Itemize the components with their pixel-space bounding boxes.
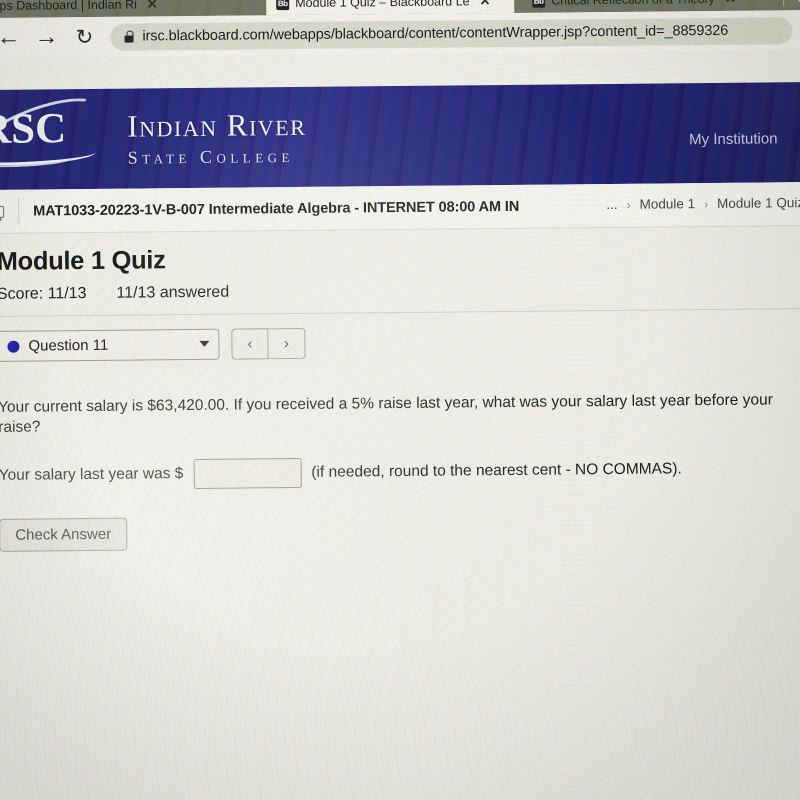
screen-content: Apps Dashboard | Indian Ri ✕ Bb Module 1… (0, 0, 800, 800)
logo-swoosh-icon-2 (0, 152, 74, 169)
back-icon[interactable]: ← (0, 24, 21, 51)
question-status-dot (7, 340, 20, 353)
browser-tab-2-close-icon[interactable]: ✕ (476, 0, 491, 9)
irsc-logo-mark: IRSC (0, 82, 115, 190)
breadcrumb-item-ellipsis[interactable]: ... (606, 197, 617, 212)
divider-rule (0, 308, 800, 317)
lock-icon (124, 31, 133, 43)
tab-divider (783, 0, 785, 7)
browser-tab-3-title: Critical Reflection of a Theory (551, 0, 715, 8)
blackboard-favicon-icon: Bb (276, 0, 290, 10)
institution-name-line2: State College (127, 146, 295, 168)
question-select-value: Question 11 (28, 336, 109, 355)
reload-icon[interactable]: ↻ (72, 25, 96, 48)
chevron-down-icon (199, 340, 210, 347)
previous-question-button[interactable]: ‹ (231, 328, 269, 360)
question-arrows: ‹ › (231, 327, 306, 360)
score-label: Score: 11/13 (0, 285, 87, 303)
new-tab-button[interactable]: + (794, 0, 800, 8)
address-bar[interactable]: irsc.blackboard.com/webapps/blackboard/c… (110, 16, 793, 51)
answer-input[interactable] (193, 457, 302, 489)
browser-tab-1-close-icon[interactable]: ✕ (143, 0, 158, 12)
browser-tab-3-close-icon[interactable]: ✕ (721, 0, 736, 7)
course-menu-icon[interactable] (0, 205, 5, 218)
browser-tab-2-title: Module 1 Quiz – Blackboard Le (295, 0, 470, 10)
question-select[interactable]: Question 11 (0, 328, 220, 362)
quiz-content: Module 1 Quiz Score: 11/13 11/13 answere… (0, 226, 800, 800)
course-breadcrumb-bar: MAT1033-20223-1V-B-007 Intermediate Alge… (0, 182, 800, 234)
irsc-logo-text: Indian River State College (127, 107, 307, 169)
answer-prefix-label: Your salary last year was $ (0, 464, 184, 484)
check-answer-button[interactable]: Check Answer (0, 517, 128, 552)
my-institution-link[interactable]: My Institution (689, 130, 778, 148)
address-bar-url: irsc.blackboard.com/webapps/blackboard/c… (142, 22, 729, 45)
breadcrumb-item-module-1[interactable]: Module 1 (639, 196, 695, 212)
answered-label: 11/13 answered (116, 283, 230, 302)
next-question-button[interactable]: › (268, 327, 306, 360)
divider (18, 198, 20, 225)
breadcrumb-separator-2: › (704, 196, 709, 211)
question-navigation: Question 11 ‹ › (0, 323, 800, 362)
forward-icon[interactable]: → (34, 23, 58, 50)
screenshot-root: Apps Dashboard | Indian Ri ✕ Bb Module 1… (0, 0, 800, 800)
blackboard-favicon-icon-2: Bb (532, 0, 546, 8)
institution-header: IRSC Indian River State College My Insti… (0, 82, 800, 190)
irsc-logo[interactable]: IRSC Indian River State College (0, 82, 307, 190)
question-text: Your current salary is $63,420.00. If yo… (0, 391, 773, 437)
course-title: MAT1033-20223-1V-B-007 Intermediate Alge… (33, 198, 520, 220)
breadcrumb-item-module-1-quiz[interactable]: Module 1 Quiz (717, 195, 800, 211)
answer-hint-label: (if needed, round to the nearest cent - … (311, 460, 682, 481)
browser-tab-1-title: Apps Dashboard | Indian Ri (0, 0, 137, 13)
breadcrumb: ... › Module 1 › Module 1 Quiz (606, 195, 800, 212)
answer-row: Your salary last year was $ (if needed, … (0, 453, 800, 491)
breadcrumb-separator-1: › (626, 197, 631, 212)
page-body: IRSC Indian River State College My Insti… (0, 50, 800, 800)
logo-arc-icon (0, 82, 115, 190)
page-title: Module 1 Quiz (0, 246, 166, 276)
score-row: Score: 11/13 11/13 answered (0, 278, 800, 304)
institution-name-line1: Indian River (127, 106, 307, 144)
